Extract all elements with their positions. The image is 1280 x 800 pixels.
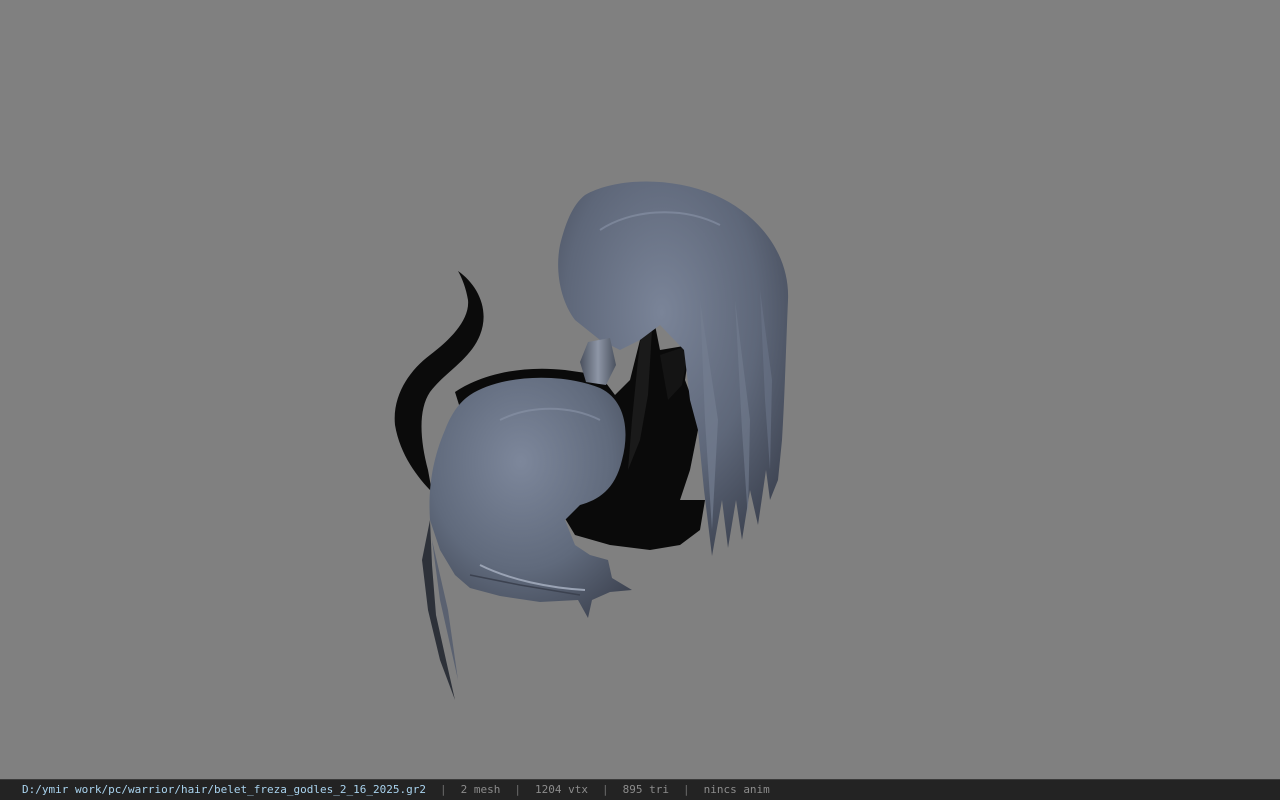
status-vertex-count: 1204 vtx (534, 783, 588, 796)
status-separator: | (439, 783, 447, 796)
hair-tie (580, 338, 616, 385)
status-separator: | (601, 783, 609, 796)
status-anim: nincs anim (703, 783, 770, 796)
status-separator: | (514, 783, 521, 796)
status-separator: | (682, 783, 690, 796)
3d-viewport[interactable] (0, 0, 1280, 779)
status-mesh-count: 2 mesh (460, 783, 501, 796)
status-bar: D:/ymir work/pc/warrior/hair/belet_freza… (0, 779, 1280, 800)
status-file-path: D:/ymir work/pc/warrior/hair/belet_freza… (22, 783, 426, 796)
model-render (394, 181, 789, 700)
status-triangle-count: 895 tri (622, 783, 669, 796)
